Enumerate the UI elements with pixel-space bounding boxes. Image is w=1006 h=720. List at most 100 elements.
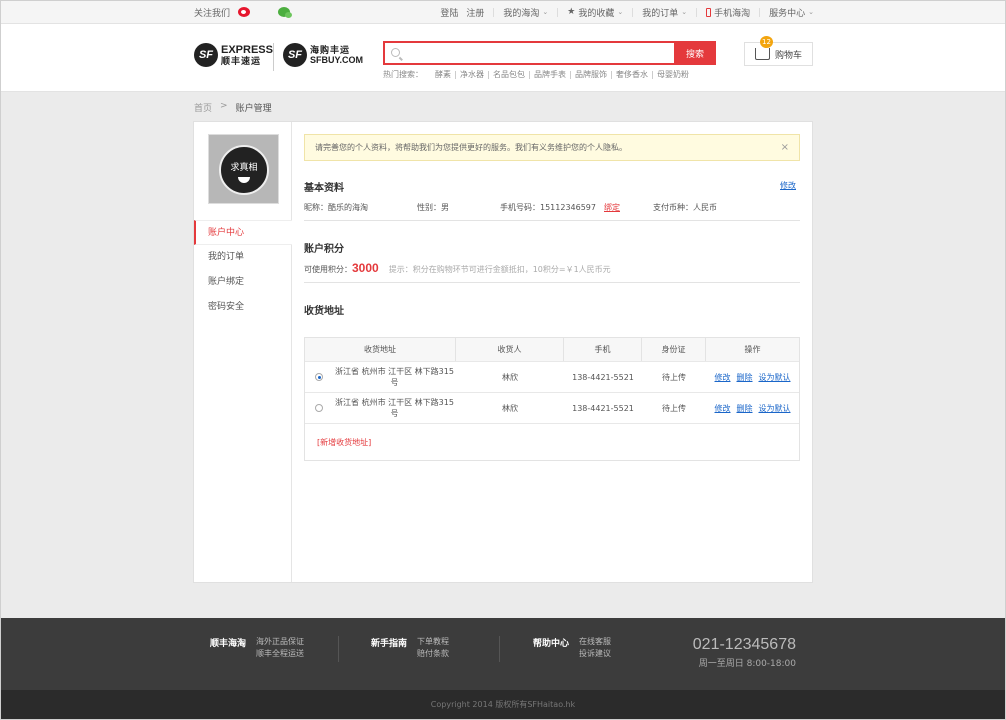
hot-keyword[interactable]: 奢侈香水 — [612, 70, 653, 79]
avatar-text: 求真相 — [230, 163, 258, 173]
address-title: 收货地址 — [304, 306, 344, 317]
sidebar: 求真相 账户中心 我的订单 账户绑定 密码安全 — [194, 122, 292, 582]
footer-col-help: 帮助中心 在线客服 投诉建议 — [533, 636, 611, 660]
delete-address-link[interactable]: 删除 — [737, 372, 753, 383]
copyright: Copyright 2014 版权所有SFHaitao.hk — [0, 690, 1006, 720]
chevron-down-icon: ⌄ — [681, 8, 688, 16]
footer-link[interactable]: 海外正品保证 — [256, 636, 304, 648]
follow-us: 关注我们 — [194, 0, 293, 24]
weibo-icon[interactable] — [238, 7, 251, 17]
hot-keyword[interactable]: 名品包包 — [489, 70, 530, 79]
my-haitao-menu[interactable]: 我的海淘 ⌄ — [503, 6, 548, 19]
register-link[interactable]: 注册 — [466, 6, 484, 19]
edit-basic-link[interactable]: 修改 — [780, 180, 796, 191]
footer-link[interactable]: 在线客服 — [579, 636, 611, 648]
express-en: EXPRESS — [221, 43, 273, 56]
sf-express-logo[interactable]: SF EXPRESS 顺丰速运 — [194, 43, 273, 67]
logo-divider — [273, 43, 274, 71]
orders-label: 我的订单 — [642, 8, 679, 19]
edit-address-link[interactable]: 修改 — [715, 372, 731, 383]
orders-menu[interactable]: 我的订单 ⌄ — [642, 6, 687, 19]
notice-text: 请完善您的个人资料，将帮助我们为您提供更好的服务。我们有义务维护您的个人隐私。 — [315, 143, 627, 152]
ops-cell: 修改 删除 设为默认 — [706, 362, 799, 392]
address-radio[interactable] — [315, 373, 323, 381]
column-header: 收货人 — [456, 338, 564, 361]
points-title: 账户积分 — [304, 244, 344, 255]
phone-field: 手机号码：15112346597 绑定 — [500, 202, 653, 213]
avatar[interactable]: 求真相 — [208, 134, 279, 204]
footer-link[interactable]: 顺丰全程运送 — [256, 648, 304, 660]
breadcrumb-separator: > — [220, 101, 228, 111]
breadcrumb-current: 账户管理 — [235, 104, 272, 114]
hot-keyword[interactable]: 酵素 — [431, 70, 456, 79]
hot-search: 热门搜索： 酵素 净水器 名品包包 品牌手表 品牌服饰 奢侈香水 母婴奶粉 — [383, 69, 693, 80]
bind-phone-link[interactable]: 绑定 — [604, 203, 620, 212]
footer-link[interactable]: 赔付条款 — [417, 648, 449, 660]
ops-cell: 修改 删除 设为默认 — [706, 393, 799, 423]
points-label: 可使用积分： — [304, 265, 352, 274]
hot-keyword[interactable]: 品牌手表 — [530, 70, 571, 79]
sidebar-item-account-center[interactable]: 账户中心 — [194, 220, 292, 245]
footer-divider — [499, 636, 500, 662]
currency-field: 支付币种：人民币 — [653, 202, 717, 213]
hot-keyword[interactable]: 净水器 — [456, 70, 489, 79]
address-table: 收货地址 收货人 手机 身份证 操作 浙江省 杭州市 江干区 林下路315号 林… — [304, 337, 800, 461]
cart-icon — [755, 48, 770, 60]
add-address-row: [新增收货地址] — [305, 424, 799, 460]
close-icon[interactable]: × — [781, 135, 789, 161]
add-address-link[interactable]: [新增收货地址] — [317, 437, 371, 448]
top-nav: 登陆 注册 我的海淘 ⌄ ★ 我的收藏 ⌄ 我的订单 ⌄ 手机海淘 服务中心 ⌄ — [440, 0, 814, 24]
phone-label: 手机号码： — [500, 203, 540, 212]
footer-col-title: 帮助中心 — [533, 639, 570, 649]
hot-keyword[interactable]: 母婴奶粉 — [653, 70, 693, 79]
address-radio[interactable] — [315, 404, 323, 412]
sidebar-menu: 账户中心 我的订单 账户绑定 密码安全 — [194, 220, 292, 320]
id-cell: 待上传 — [662, 372, 686, 382]
set-default-link[interactable]: 设为默认 — [759, 372, 791, 383]
mobile-link[interactable]: 手机海淘 — [706, 6, 750, 19]
gender-label: 性别： — [417, 203, 441, 212]
edit-address-link[interactable]: 修改 — [715, 403, 731, 414]
sidebar-item-my-orders[interactable]: 我的订单 — [194, 245, 292, 270]
login-link[interactable]: 登陆 — [440, 6, 458, 19]
service-menu[interactable]: 服务中心 ⌄ — [769, 6, 814, 19]
footer-link[interactable]: 下单教程 — [417, 636, 449, 648]
divider — [304, 220, 800, 221]
address-text: 浙江省 杭州市 江干区 林下路315号 — [335, 367, 454, 387]
face-icon — [238, 177, 250, 183]
mobile-label: 手机海淘 — [714, 8, 751, 19]
chevron-down-icon: ⌄ — [542, 8, 549, 16]
footer-col-haitao: 顺丰海淘 海外正品保证 顺丰全程运送 — [210, 636, 304, 660]
sidebar-item-password-security[interactable]: 密码安全 — [194, 295, 292, 320]
nickname-value: 酷乐的海淘 — [328, 203, 368, 212]
delete-address-link[interactable]: 删除 — [737, 403, 753, 414]
search-button[interactable]: 搜索 — [674, 41, 716, 65]
favorites-menu[interactable]: ★ 我的收藏 ⌄ — [567, 6, 623, 19]
phone-cell: 138-4421-5521 — [572, 403, 634, 413]
privacy-notice: 请完善您的个人资料，将帮助我们为您提供更好的服务。我们有义务维护您的个人隐私。 … — [304, 134, 800, 161]
sfbuy-logo[interactable]: SF 海购丰运 SFBUY.COM — [283, 43, 363, 67]
id-cell: 待上传 — [662, 403, 686, 413]
cart-button[interactable]: 购物车 — [744, 42, 813, 66]
column-header: 手机 — [564, 338, 642, 361]
sidebar-item-account-binding[interactable]: 账户绑定 — [194, 270, 292, 295]
basic-info-row: 昵称：酷乐的海淘 性别：男 手机号码：15112346597 绑定 支付币种：人民… — [304, 202, 717, 213]
search-icon — [391, 48, 400, 57]
points-value: 3000 — [352, 261, 379, 275]
column-header: 操作 — [744, 345, 761, 354]
footer-col-title: 顺丰海淘 — [210, 639, 247, 649]
favorites-label: 我的收藏 — [578, 8, 615, 19]
express-cn: 顺丰速运 — [221, 55, 262, 66]
wechat-icon[interactable] — [278, 7, 293, 18]
breadcrumb-home[interactable]: 首页 — [194, 101, 212, 114]
footer: 顺丰海淘 海外正品保证 顺丰全程运送 新手指南 下单教程 赔付条款 帮助中心 在… — [0, 618, 1006, 690]
address-cell: 浙江省 杭州市 江干区 林下路315号 — [305, 362, 456, 392]
search-input[interactable] — [405, 45, 655, 61]
set-default-link[interactable]: 设为默认 — [759, 403, 791, 414]
service-label: 服务中心 — [769, 8, 806, 19]
basic-info-title: 基本资料 — [304, 183, 344, 194]
hot-keyword[interactable]: 品牌服饰 — [571, 70, 612, 79]
address-cell: 浙江省 杭州市 江干区 林下路315号 — [305, 393, 456, 423]
footer-link[interactable]: 投诉建议 — [579, 648, 611, 660]
currency-label: 支付币种： — [653, 203, 693, 212]
